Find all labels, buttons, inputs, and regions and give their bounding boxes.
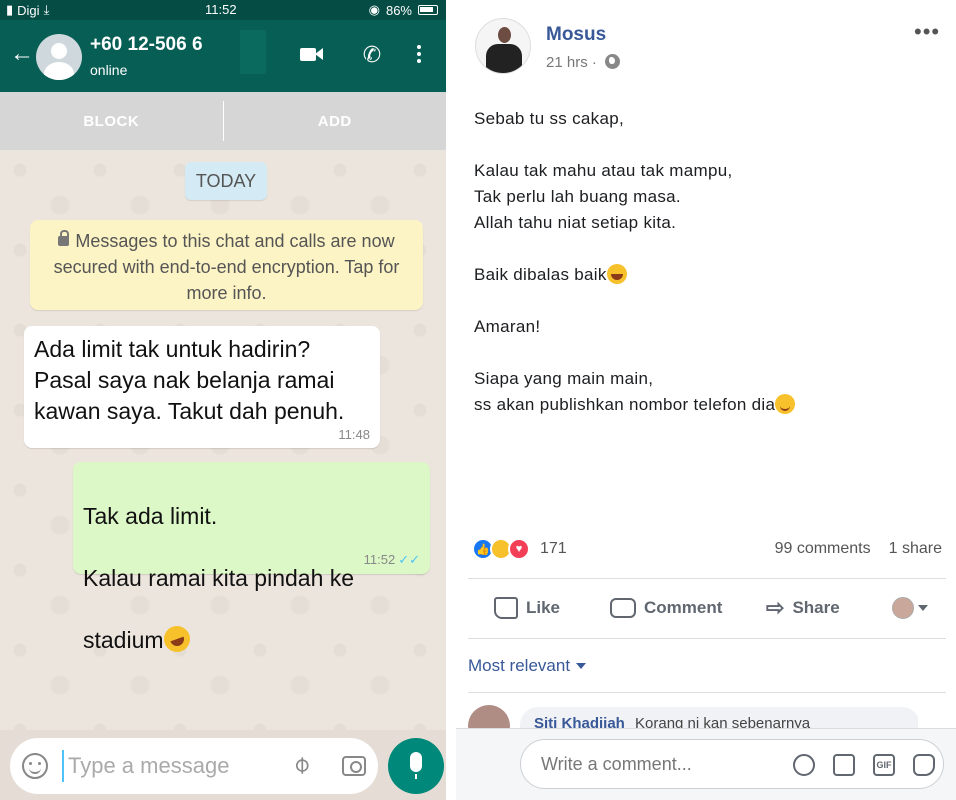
post-line — [474, 340, 944, 366]
emoji-icon[interactable] — [793, 754, 815, 776]
like-button[interactable]: Like — [494, 597, 560, 619]
more-options-icon[interactable]: ••• — [914, 21, 940, 43]
comment-placeholder: Write a comment... — [541, 754, 692, 774]
chat-header: ← +60 12-506 6 online ✆ — [0, 20, 446, 92]
comment-composer: Write a comment... GIF — [456, 728, 956, 800]
clock: 11:52 — [205, 2, 237, 17]
more-options-icon[interactable] — [412, 42, 426, 68]
smile-emoji-icon — [775, 394, 796, 414]
carrier-label: Digi — [17, 2, 40, 18]
chevron-down-icon — [576, 663, 587, 669]
reaction-count: 171 — [540, 540, 567, 557]
contact-status: online — [90, 62, 128, 78]
post-line: Allah tahu niat setiap kita. — [474, 213, 677, 232]
post-line — [474, 288, 944, 314]
rofl-emoji-icon — [159, 622, 194, 656]
lock-icon — [58, 230, 70, 246]
share-arrow-icon: ⇨ — [766, 595, 785, 620]
encryption-notice-text: Messages to this chat and calls are now … — [53, 231, 400, 303]
post-text: Sebab tu ss cakap, Kalau tak mahu atau t… — [474, 106, 944, 418]
message-time: 11:48 — [338, 427, 370, 442]
block-add-bar: BLOCK ADD — [0, 92, 446, 150]
mic-icon — [410, 752, 422, 779]
post-line: Siapa yang main main, — [474, 369, 654, 388]
message-input[interactable] — [62, 750, 282, 782]
message-line: Tak ada limit. — [83, 503, 218, 529]
download-icon: ⤓ — [43, 2, 50, 17]
post-line — [474, 236, 944, 262]
post-line: ss akan publishkan nombor telefon dia — [474, 395, 776, 414]
attach-icon[interactable]: ⌀ — [286, 749, 317, 780]
shares-count[interactable]: 1 share — [889, 540, 942, 558]
battery-icon — [418, 5, 438, 15]
globe-icon — [605, 54, 621, 69]
contact-number[interactable]: +60 12-506 6 — [90, 34, 203, 56]
back-arrow-icon[interactable]: ← — [10, 40, 34, 68]
message-composer: ⌀ — [0, 730, 446, 800]
signal-icon: ▮ — [6, 2, 14, 17]
composer-pill: ⌀ — [10, 738, 378, 794]
author-name[interactable]: Mosus — [546, 24, 606, 46]
comment-bubble-icon — [610, 598, 636, 618]
battery-percent: 86% — [385, 2, 412, 18]
facebook-post: Mosus 21 hrs · ••• Sebab tu ss cakap, Ka… — [451, 0, 956, 800]
author-avatar[interactable] — [475, 18, 531, 74]
react-as-selector[interactable] — [892, 597, 928, 619]
read-ticks-icon: ✓✓ — [398, 552, 420, 567]
post-line: Amaran! — [474, 317, 541, 336]
divider — [468, 578, 946, 579]
date-chip: TODAY — [185, 162, 267, 200]
post-line: Tak perlu lah buang masa. — [474, 187, 681, 206]
incoming-message[interactable]: Ada limit tak untuk hadirin? Pasal saya … — [24, 326, 380, 448]
chevron-down-icon — [918, 605, 928, 611]
post-line: Kalau tak mahu atau tak mampu, — [474, 161, 733, 180]
sticker-icon[interactable] — [913, 754, 935, 776]
love-reaction-icon: ♥ — [508, 538, 530, 560]
mic-button[interactable] — [388, 738, 444, 794]
post-line — [474, 132, 944, 158]
whatsapp-screen: ▮ Digi ⤓ 11:52 ◉ 86% ← +60 12-506 6 onli… — [0, 0, 446, 800]
comment-sort-dropdown[interactable]: Most relevant — [468, 656, 587, 676]
divider — [468, 692, 946, 693]
avatar — [892, 597, 914, 619]
comments-count[interactable]: 99 comments — [775, 540, 871, 558]
comment-button[interactable]: Comment — [610, 598, 722, 618]
reaction-summary[interactable]: 👍 ♥ 171 — [472, 538, 567, 560]
post-timestamp[interactable]: 21 hrs · — [546, 54, 621, 71]
video-call-icon[interactable] — [298, 42, 326, 68]
laugh-emoji-icon — [606, 264, 627, 284]
post-line: Baik dibalas baik — [474, 265, 607, 284]
post-actions: Like Comment ⇨ Share — [468, 586, 946, 630]
message-line: stadium — [83, 627, 164, 653]
camera-icon[interactable] — [833, 754, 855, 776]
message-text: Ada limit tak untuk hadirin? Pasal saya … — [34, 336, 345, 424]
chat-area[interactable]: TODAY Messages to this chat and calls ar… — [0, 150, 446, 730]
eye-icon: ◉ — [368, 2, 380, 17]
thumbs-up-icon — [494, 597, 518, 619]
post-line: Sebab tu ss cakap, — [474, 109, 624, 128]
block-button[interactable]: BLOCK — [0, 113, 223, 130]
message-time: 11:52 — [363, 552, 396, 567]
outgoing-message[interactable]: Tak ada limit. Kalau ramai kita pindah k… — [73, 462, 430, 656]
engagement-counts: 99 comments 1 share — [775, 540, 942, 558]
comment-input[interactable]: Write a comment... GIF — [520, 739, 944, 789]
encryption-notice[interactable]: Messages to this chat and calls are now … — [30, 220, 423, 310]
divider — [468, 638, 946, 639]
status-bar: ▮ Digi ⤓ 11:52 ◉ 86% — [0, 0, 446, 20]
camera-icon[interactable] — [342, 756, 366, 776]
add-contact-button[interactable]: ADD — [224, 113, 447, 130]
contact-avatar[interactable] — [36, 34, 82, 80]
voice-call-icon[interactable]: ✆ — [358, 42, 386, 68]
share-button[interactable]: ⇨ Share — [766, 595, 840, 621]
gif-icon[interactable]: GIF — [873, 754, 895, 776]
emoji-icon[interactable] — [22, 753, 48, 779]
redaction-block — [240, 30, 266, 74]
